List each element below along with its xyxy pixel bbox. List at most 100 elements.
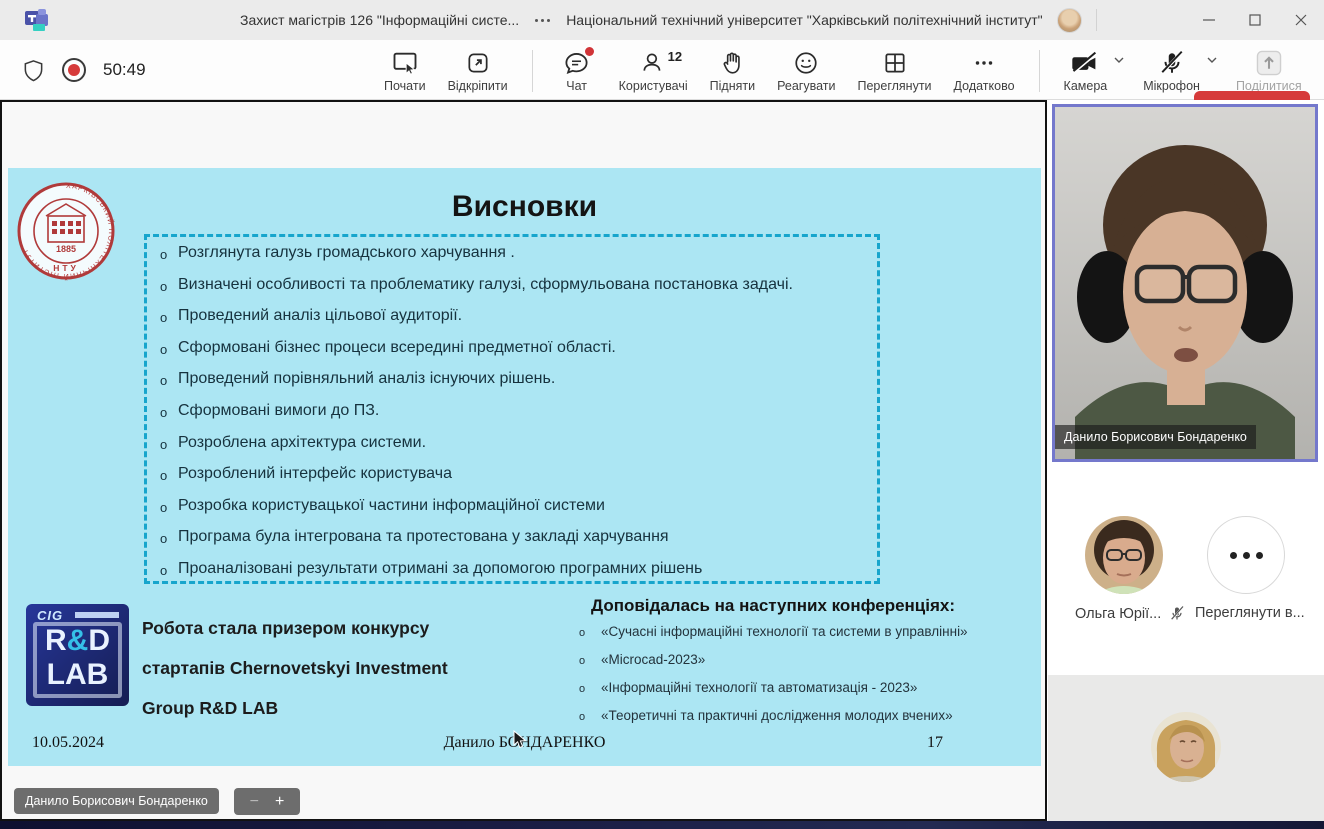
camera-button[interactable]: Камера (1058, 44, 1114, 97)
more-participants-tile[interactable] (1207, 516, 1285, 594)
toolbar-divider (532, 50, 533, 92)
titlebar-center: Захист магістрів 126 "Інформаційні систе… (240, 0, 1097, 40)
toolbar-left: 50:49 (22, 40, 146, 100)
unpin-icon (465, 50, 491, 76)
list-item: oПроведений аналіз цільової аудиторії. (160, 307, 880, 339)
mic-off-icon (1159, 49, 1185, 77)
camera-off-icon (1070, 49, 1100, 77)
active-speaker-name: Данило Борисович Бондаренко (1055, 425, 1256, 449)
participant-avatar-photo (1151, 712, 1221, 782)
bullet-marker: o (160, 465, 178, 483)
chat-notification-badge (585, 47, 594, 56)
bullet-marker: o (573, 652, 601, 667)
cig-monogram: CIG (37, 608, 63, 623)
list-item: o«Microcad-2023» (573, 652, 1003, 680)
window-titlebar: Захист магістрів 126 "Інформаційні систе… (0, 0, 1324, 40)
presenter-name-badge: Данило Борисович Бондаренко (14, 788, 219, 814)
minimize-button[interactable] (1186, 0, 1232, 40)
bottom-taskbar-strip (0, 821, 1324, 829)
security-shield-icon (22, 58, 45, 83)
people-icon (640, 50, 666, 76)
bullet-marker: o (573, 624, 601, 639)
smiley-icon (793, 50, 819, 76)
rd-lab-logo: CIG R&D LAB (26, 604, 129, 706)
list-item: oСформовані вимоги до ПЗ. (160, 402, 880, 434)
microphone-button[interactable]: Мікрофон (1137, 44, 1206, 97)
more-dots-icon (971, 50, 997, 76)
participant-mic-off-icon (1169, 605, 1185, 622)
share-button: Поділитися (1230, 44, 1308, 97)
chat-button[interactable]: Чат (551, 44, 603, 97)
bullet-marker: o (160, 276, 178, 294)
bullet-marker: o (160, 307, 178, 325)
list-item: oСформовані бізнес процеси всередині пре… (160, 339, 880, 371)
conferences-section: Доповідалась на наступних конференціях: … (573, 596, 1003, 736)
award-text: Робота стала призером конкурсу стартапів… (142, 608, 482, 728)
raise-hand-button[interactable]: Підняти (704, 44, 761, 97)
bullet-marker: o (160, 370, 178, 388)
zoom-out-button[interactable]: − (250, 793, 259, 811)
raise-hand-icon (719, 50, 745, 76)
view-button[interactable]: Переглянути (851, 44, 937, 97)
active-speaker-tile[interactable]: Данило Борисович Бондаренко (1052, 104, 1318, 462)
bullet-marker: o (160, 560, 178, 578)
titlebar-avatar[interactable] (1057, 8, 1082, 33)
bullet-marker: o (160, 528, 178, 546)
toolbar-divider (1039, 50, 1040, 92)
react-button[interactable]: Реагувати (771, 44, 841, 97)
more-options-button[interactable]: Додатково (948, 44, 1021, 97)
bullet-marker: o (573, 680, 601, 695)
seal-ntu: НТУ (53, 263, 79, 273)
participants-count: 12 (668, 49, 682, 64)
maximize-button[interactable] (1232, 0, 1278, 40)
camera-chevron-icon[interactable] (1113, 54, 1125, 66)
slide-title: Висновки (8, 190, 1041, 224)
meeting-toolbar: 50:49 Почати Відкріпити Чат (0, 40, 1324, 100)
list-item: oРозроблена архітектура системи. (160, 434, 880, 466)
more-participants-icon (1230, 552, 1237, 559)
university-seal-logo: ХАРКІВСЬКИЙ ПОЛІТЕХНІЧНИЙ ІНСТИТУТ 1885 … (16, 176, 116, 286)
presentation-slide: Висновки ХАРКІВСЬКИЙ ПОЛІТЕХНІЧНИЙ ІНСТИ… (8, 168, 1041, 766)
list-item: o«Сучасні інформаційні технології та сис… (573, 624, 1003, 652)
list-item: oПроаналізовані результати отримані за д… (160, 560, 880, 592)
list-item: oРозробка користувацької частини інформа… (160, 497, 880, 529)
unpin-button[interactable]: Відкріпити (442, 44, 514, 97)
participants-button[interactable]: 12 Користувачі (613, 44, 694, 97)
conclusions-list: oРозглянута галузь громадського харчуван… (160, 244, 880, 592)
speaker-video (1055, 107, 1315, 459)
titlebar-overflow-icon[interactable] (533, 19, 552, 22)
bullet-marker: o (160, 339, 178, 357)
bullet-marker: o (160, 497, 178, 515)
participants-sidebar: Данило Борисович Бондаренко Ольга Юрії..… (1047, 100, 1324, 829)
list-item: oПроведений порівняльний аналіз існуючих… (160, 370, 880, 402)
share-up-icon (1254, 48, 1284, 78)
start-share-button[interactable]: Почати (378, 44, 432, 97)
seal-year: 1885 (56, 244, 76, 254)
olga-avatar-photo (1085, 516, 1163, 594)
slide-page-number: 17 (927, 734, 943, 752)
toolbar-center: Почати Відкріпити Чат 12 Користувачі (378, 44, 1308, 97)
bullet-marker: o (160, 434, 178, 452)
close-button[interactable] (1278, 0, 1324, 40)
mouse-cursor (513, 730, 527, 750)
present-screen-icon (391, 49, 419, 77)
bullet-marker: o (160, 402, 178, 420)
list-item: oПрограма була інтегрована та протестова… (160, 528, 880, 560)
list-item: oРозглянута галузь громадського харчуван… (160, 244, 880, 276)
list-item: oРозроблений інтерфейс користувача (160, 465, 880, 497)
microphone-chevron-icon[interactable] (1206, 54, 1218, 66)
list-item: o«Теоретичні та практичні дослідження мо… (573, 708, 1003, 736)
camera-off-participant-tile[interactable] (1048, 675, 1324, 829)
participant-avatar-olga[interactable] (1085, 516, 1163, 594)
participant-label-olga: Ольга Юрії... (1075, 605, 1185, 622)
participant-label-more[interactable]: Переглянути в... (1195, 605, 1305, 621)
teams-app-icon[interactable] (24, 7, 54, 33)
recording-indicator-icon (61, 57, 87, 83)
zoom-in-button[interactable]: + (275, 793, 284, 811)
org-name: Національний технічний університет "Харк… (566, 12, 1042, 28)
conferences-header: Доповідалась на наступних конференціях: (573, 596, 1003, 616)
window-controls (1186, 0, 1324, 40)
list-item: oВизначені особливості та проблематику г… (160, 276, 880, 308)
bullet-marker: o (573, 708, 601, 723)
titlebar-separator (1096, 9, 1097, 31)
